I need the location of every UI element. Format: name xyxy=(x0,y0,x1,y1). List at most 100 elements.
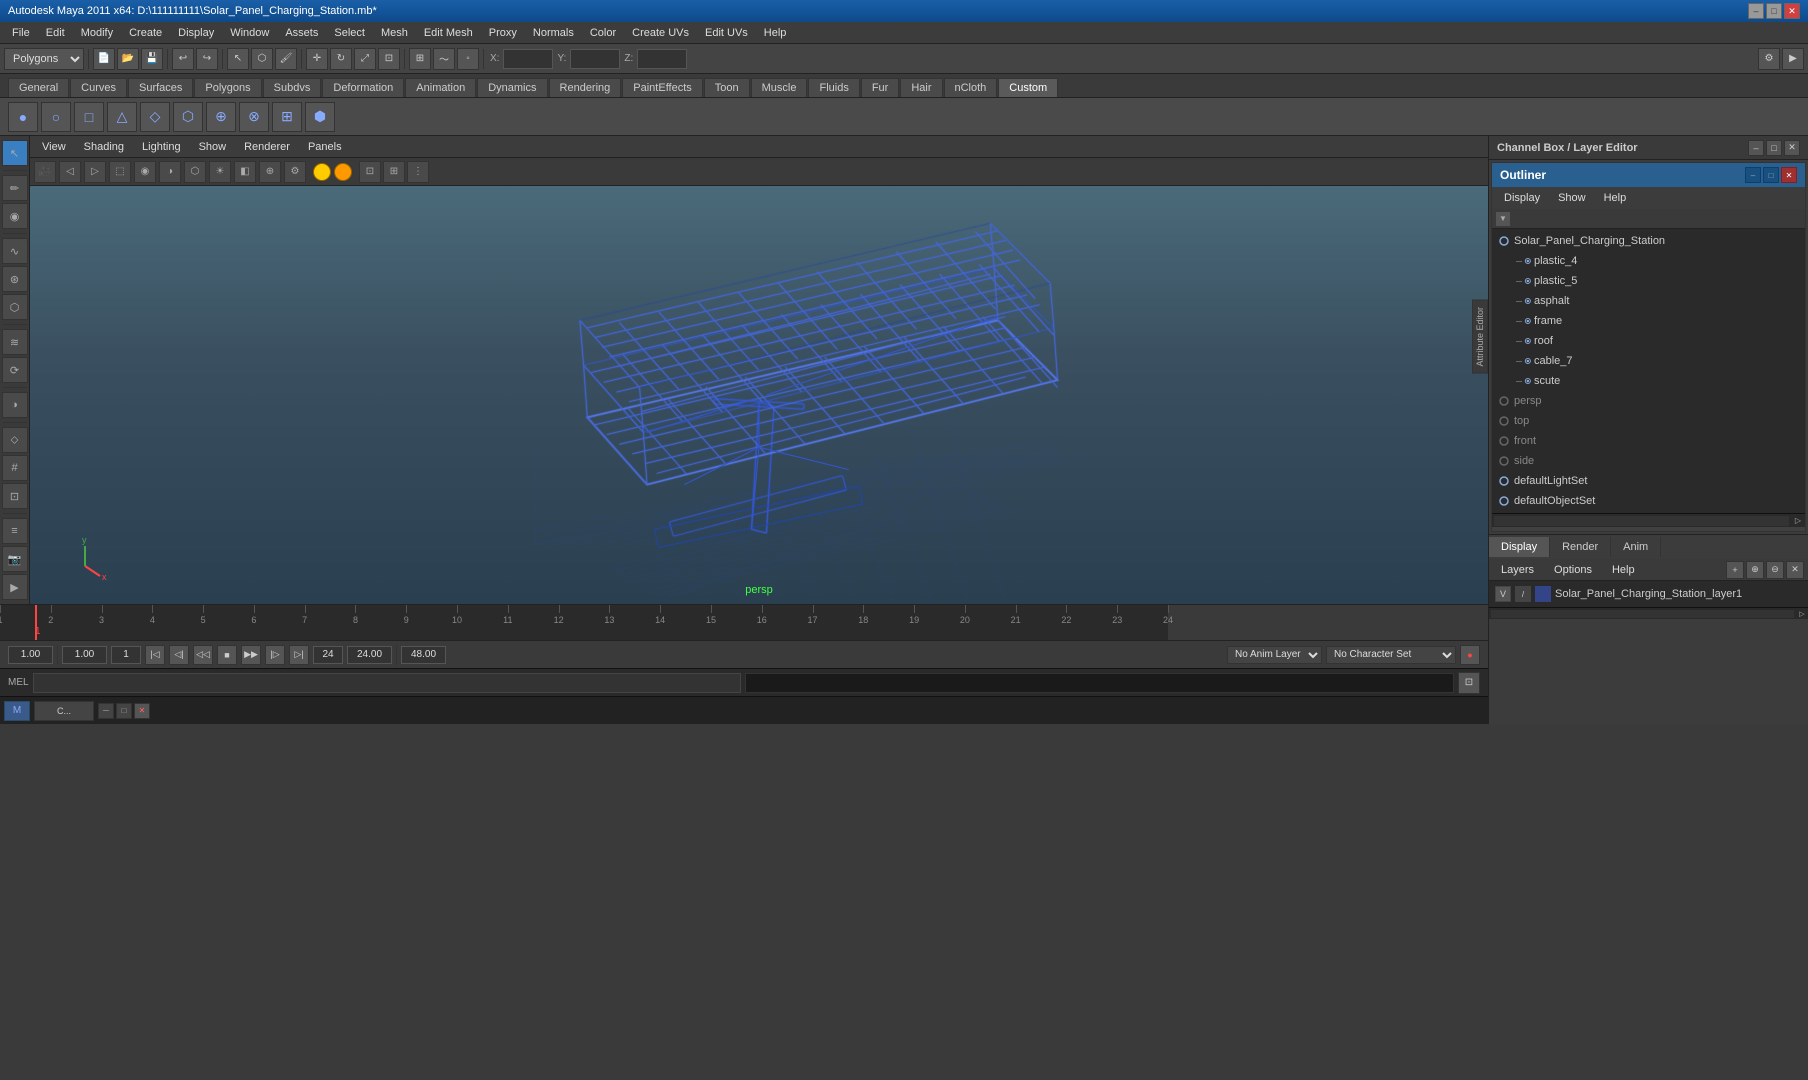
viewport-3d[interactable]: persp x y xyxy=(30,186,1488,604)
outliner-hscroll-right[interactable]: ▷ xyxy=(1791,514,1805,527)
xray-button[interactable]: ⊕ xyxy=(259,161,281,183)
char-set-dropdown[interactable]: No Character Set xyxy=(1326,646,1456,664)
cb-minimize-btn[interactable]: – xyxy=(1748,140,1764,156)
tree-item[interactable]: Solar_Panel_Charging_Station xyxy=(1492,231,1805,251)
viewport-options-button[interactable]: ⚙ xyxy=(284,161,306,183)
tree-item[interactable]: defaultLightSet xyxy=(1492,471,1805,491)
y-coord-input[interactable] xyxy=(570,49,620,69)
render-button[interactable]: ▶ xyxy=(1782,48,1804,70)
anim-range-end-input[interactable] xyxy=(313,646,343,664)
go-to-end-button[interactable]: ▷| xyxy=(289,645,309,665)
le-layers-menu[interactable]: Layers xyxy=(1493,562,1542,578)
surface-tool-button[interactable]: ⊛ xyxy=(2,266,28,292)
shelf-tab-ncloth[interactable]: nCloth xyxy=(944,78,998,97)
shelf-tab-rendering[interactable]: Rendering xyxy=(549,78,622,97)
maya-icon[interactable]: M xyxy=(4,701,30,721)
timeline-ruler[interactable]: 123456789101112131415161718192021222324 … xyxy=(0,605,1168,640)
shelf-icon-9[interactable]: ⊞ xyxy=(272,102,302,132)
menu-item-file[interactable]: File xyxy=(4,25,38,41)
smooth-button[interactable]: ◉ xyxy=(134,161,156,183)
shelf-icon-8[interactable]: ⊗ xyxy=(239,102,269,132)
shelf-icon-5[interactable]: ◇ xyxy=(140,102,170,132)
range-start-input[interactable] xyxy=(62,646,107,664)
snap-curve-button[interactable]: 〜 xyxy=(433,48,455,70)
outliner-display-menu[interactable]: Display xyxy=(1496,190,1548,206)
shelf-tab-muscle[interactable]: Muscle xyxy=(751,78,808,97)
autokey-button[interactable]: ● xyxy=(1460,645,1480,665)
show-manip-button[interactable]: ⬦ xyxy=(2,427,28,453)
layer-button[interactable]: ≡ xyxy=(2,518,28,544)
mel-input[interactable] xyxy=(33,673,742,693)
renderer-menu[interactable]: Renderer xyxy=(236,139,298,155)
render-tool-button[interactable]: ◑ xyxy=(2,392,28,418)
paint-tool-button[interactable]: ✏ xyxy=(2,175,28,201)
tree-item[interactable]: side xyxy=(1492,451,1805,471)
shelf-tab-polygons[interactable]: Polygons xyxy=(194,78,261,97)
view-menu[interactable]: View xyxy=(34,139,74,155)
move-button[interactable]: ✛ xyxy=(306,48,328,70)
current-time-input[interactable] xyxy=(8,646,53,664)
menu-item-edit-mesh[interactable]: Edit Mesh xyxy=(416,25,481,41)
playblast-button[interactable]: ▶ xyxy=(2,574,28,600)
snap-button[interactable]: ⊡ xyxy=(2,483,28,509)
x-coord-input[interactable] xyxy=(503,49,553,69)
go-to-start-button[interactable]: |◁ xyxy=(145,645,165,665)
le-tab-render[interactable]: Render xyxy=(1550,537,1611,557)
outliner-hscroll[interactable] xyxy=(1494,516,1789,526)
play-back-button[interactable]: ◁◁ xyxy=(193,645,213,665)
play-forward-button[interactable]: ▶▶ xyxy=(241,645,261,665)
anim-end-input[interactable] xyxy=(401,646,446,664)
le-tab-anim[interactable]: Anim xyxy=(1611,537,1661,557)
tree-item[interactable]: asphalt xyxy=(1492,291,1805,311)
select-mode-button[interactable]: ↖ xyxy=(2,140,28,166)
wireframe-button[interactable]: ⬚ xyxy=(109,161,131,183)
cb-close-btn[interactable]: ✕ xyxy=(1784,140,1800,156)
script-editor-button[interactable]: ⊡ xyxy=(1458,672,1480,694)
open-button[interactable]: 📂 xyxy=(117,48,139,70)
paint-select-button[interactable]: 🖌 xyxy=(275,48,297,70)
grid-button[interactable]: # xyxy=(2,455,28,481)
isolate-button[interactable]: ⊡ xyxy=(359,161,381,183)
menu-item-modify[interactable]: Modify xyxy=(73,25,121,41)
rotate-button[interactable]: ↻ xyxy=(330,48,352,70)
quality-med-button[interactable] xyxy=(334,163,352,181)
range-end-input[interactable] xyxy=(347,646,392,664)
lighting-menu[interactable]: Lighting xyxy=(134,139,189,155)
curve-tool-button[interactable]: ∿ xyxy=(2,238,28,264)
le-add-selected-btn[interactable]: ⊕ xyxy=(1746,561,1764,579)
menu-item-mesh[interactable]: Mesh xyxy=(373,25,416,41)
menu-item-edit[interactable]: Edit xyxy=(38,25,73,41)
tree-item[interactable]: cable_7 xyxy=(1492,351,1805,371)
undo-button[interactable]: ↩ xyxy=(172,48,194,70)
shading-menu[interactable]: Shading xyxy=(76,139,132,155)
timeline-area[interactable]: 123456789101112131415161718192021222324 … xyxy=(0,604,1488,640)
menu-item-color[interactable]: Color xyxy=(582,25,624,41)
tree-item[interactable]: persp xyxy=(1492,391,1805,411)
menu-item-proxy[interactable]: Proxy xyxy=(481,25,525,41)
show-menu[interactable]: Show xyxy=(191,139,235,155)
shelf-icon-10[interactable]: ⬢ xyxy=(305,102,335,132)
camera-bookmark-button[interactable]: 🎥 xyxy=(34,161,56,183)
menu-item-create-uvs[interactable]: Create UVs xyxy=(624,25,697,41)
transform-button[interactable]: ⊡ xyxy=(378,48,400,70)
menu-item-select[interactable]: Select xyxy=(326,25,373,41)
panels-menu[interactable]: Panels xyxy=(300,139,350,155)
menu-item-window[interactable]: Window xyxy=(222,25,277,41)
outliner-close-btn[interactable]: ✕ xyxy=(1781,167,1797,183)
close-button[interactable]: ✕ xyxy=(1784,3,1800,19)
new-scene-button[interactable]: 📄 xyxy=(93,48,115,70)
maximize-button[interactable]: □ xyxy=(1766,3,1782,19)
script-editor-taskbar-button[interactable]: C... xyxy=(34,701,94,721)
z-coord-input[interactable] xyxy=(637,49,687,69)
prev-view-button[interactable]: ◁ xyxy=(59,161,81,183)
le-delete-layer-btn[interactable]: ✕ xyxy=(1786,561,1804,579)
anim-tool-button[interactable]: ⟳ xyxy=(2,357,28,383)
textured-button[interactable]: ⬡ xyxy=(184,161,206,183)
step-back-button[interactable]: ◁| xyxy=(169,645,189,665)
outliner-help-menu[interactable]: Help xyxy=(1596,190,1635,206)
mode-dropdown[interactable]: Polygons Surfaces Dynamics Rendering nDy… xyxy=(4,48,84,70)
layer-item[interactable]: V / Solar_Panel_Charging_Station_layer1 xyxy=(1491,583,1806,605)
shelf-icon-7[interactable]: ⊕ xyxy=(206,102,236,132)
anim-layer-dropdown[interactable]: No Anim Layer xyxy=(1227,646,1322,664)
le-new-layer-btn[interactable]: + xyxy=(1726,561,1744,579)
